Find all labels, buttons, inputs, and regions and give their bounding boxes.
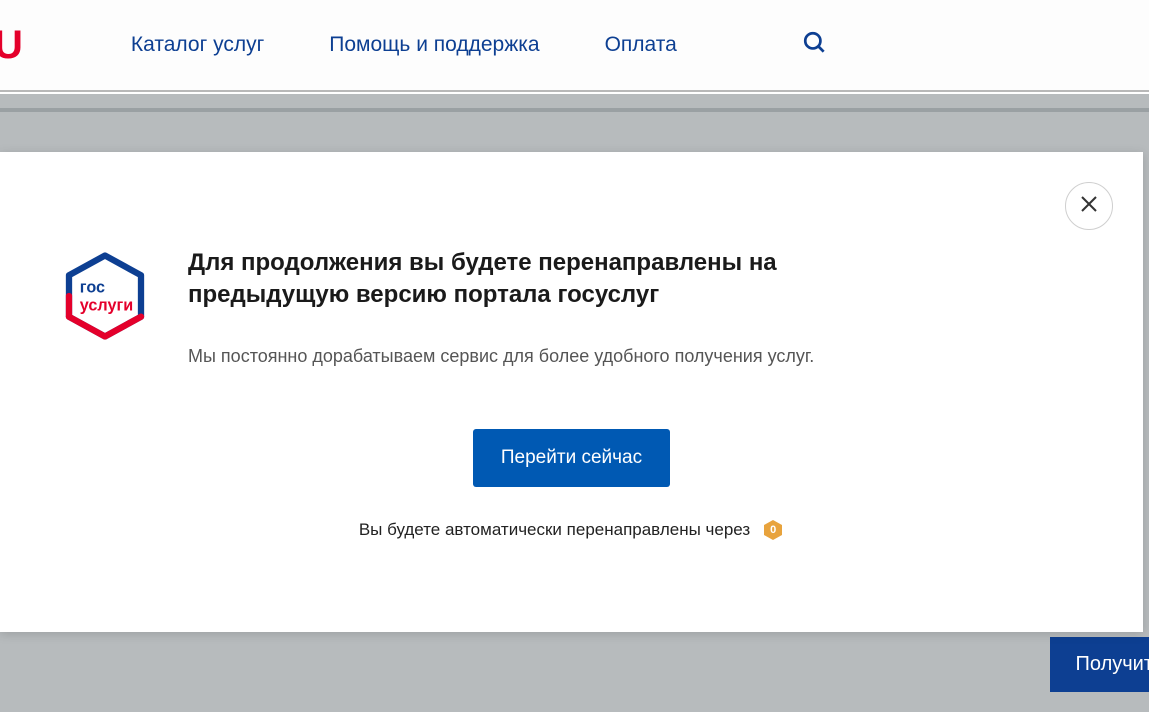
- countdown-badge-icon: 0: [762, 519, 784, 541]
- close-button[interactable]: [1065, 182, 1113, 230]
- svg-text:гос: гос: [80, 278, 105, 296]
- redirect-countdown-row: Вы будете автоматически перенаправлены ч…: [0, 519, 1143, 541]
- redirect-modal: гос услуги Для продолжения вы будете пер…: [0, 152, 1143, 632]
- top-navbar: U Каталог услуг Помощь и поддержка Оплат…: [0, 0, 1149, 92]
- get-service-button[interactable]: Получит: [1050, 637, 1149, 692]
- gosuslugi-logo-icon: гос услуги: [60, 251, 150, 341]
- search-icon[interactable]: [802, 30, 828, 61]
- nav-payment[interactable]: Оплата: [605, 33, 677, 57]
- nav-help[interactable]: Помощь и поддержка: [329, 33, 539, 57]
- close-icon: [1079, 194, 1099, 219]
- countdown-value: 0: [770, 524, 776, 536]
- modal-title: Для продолжения вы будете перенаправлены…: [188, 247, 943, 312]
- go-now-button[interactable]: Перейти сейчас: [473, 429, 670, 487]
- nav-catalog[interactable]: Каталог услуг: [131, 33, 264, 57]
- modal-subtitle: Мы постоянно дорабатываем сервис для бол…: [188, 344, 943, 369]
- site-logo-fragment: U: [0, 23, 21, 68]
- nav-links: Каталог услуг Помощь и поддержка Оплата: [131, 30, 828, 61]
- redirect-text: Вы будете автоматически перенаправлены ч…: [359, 520, 750, 540]
- svg-text:услуги: услуги: [80, 296, 133, 314]
